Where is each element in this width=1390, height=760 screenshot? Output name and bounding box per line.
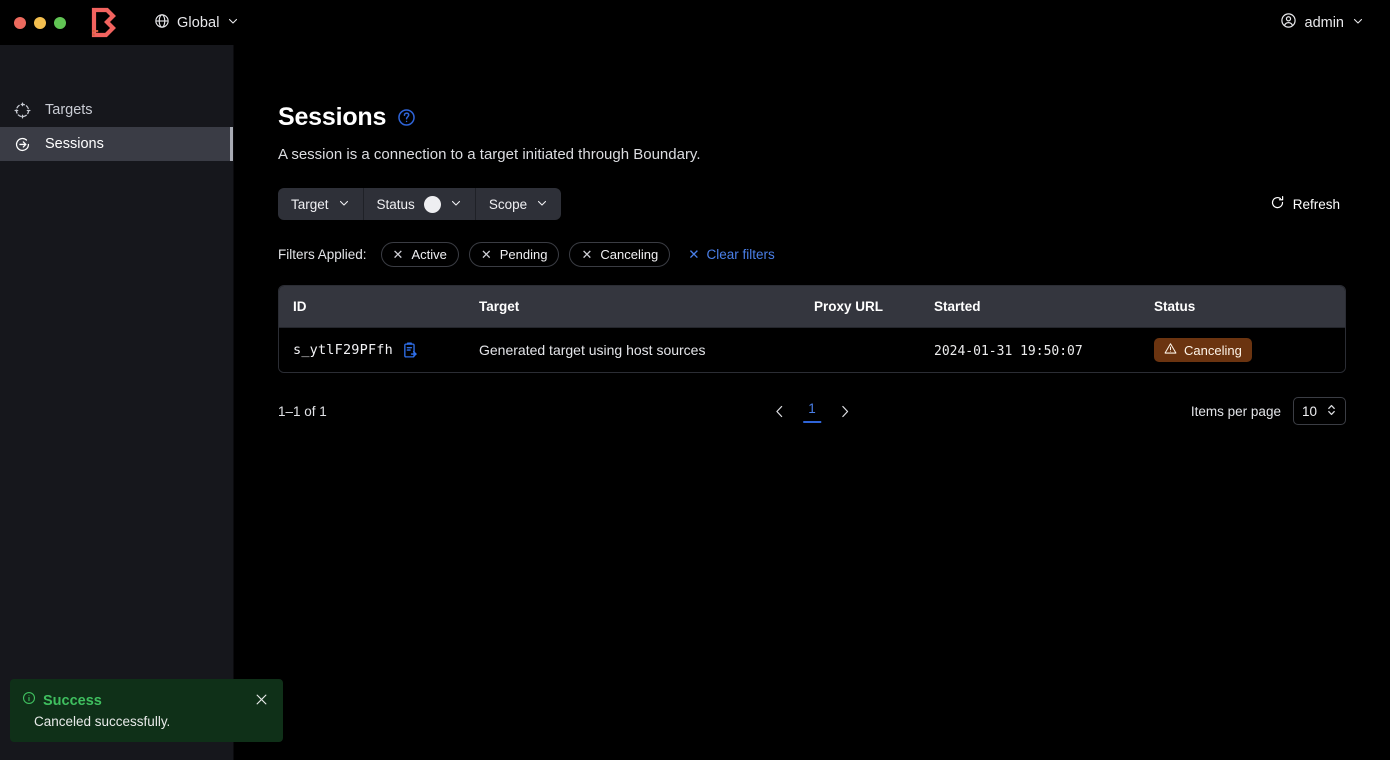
items-per-page-label: Items per page (1190, 403, 1281, 419)
chevron-down-icon (338, 197, 350, 212)
pagination-bar: 1–1 of 1 1 Items per page 10 (278, 397, 1346, 425)
toast-title: Success (43, 692, 102, 709)
toast-message: Canceled successfully. (34, 714, 171, 729)
status-badge-label: Canceling (1184, 342, 1242, 358)
sidebar-item-targets[interactable]: Targets (0, 93, 233, 127)
chevron-down-icon (536, 197, 548, 212)
sidebar: Targets Sessions (0, 45, 234, 760)
copy-clipboard-icon[interactable] (402, 342, 419, 359)
items-per-page: Items per page 10 (1191, 397, 1346, 425)
cell-started: 2024-01-31 19:50:07 (934, 342, 1154, 359)
chip-label: Active (411, 247, 447, 262)
filter-label: Scope (488, 196, 528, 212)
window-titlebar: Global admin (0, 0, 1390, 45)
user-menu[interactable]: admin (1274, 8, 1371, 37)
cell-status: Canceling (1154, 338, 1345, 362)
help-circle-icon[interactable] (397, 108, 416, 127)
sessions-table: ID Target Proxy URL Started Status s_ytl… (278, 285, 1346, 373)
sidebar-item-label: Sessions (45, 136, 104, 152)
refresh-label: Refresh (1292, 196, 1340, 212)
chevron-right-icon[interactable] (837, 404, 852, 419)
status-badge: Canceling (1154, 338, 1252, 362)
maximize-window-button[interactable] (54, 16, 66, 29)
page-title: Sessions (278, 103, 387, 131)
toast-body: Success Canceled successfully. (22, 691, 254, 729)
refresh-button[interactable]: Refresh (1264, 190, 1346, 218)
filter-label: Target (291, 196, 329, 212)
applied-filters-label: Filters Applied: (278, 247, 367, 262)
page-number-1[interactable]: 1 (803, 400, 821, 423)
clear-filters-button[interactable]: ✕ Clear filters (688, 247, 775, 263)
close-icon: ✕ (480, 247, 492, 262)
session-id-text: s_ytlF29PFfh (293, 342, 393, 358)
pager: 1 (772, 400, 852, 423)
traffic-light-controls (0, 16, 66, 29)
cell-target: Generated target using host sources (479, 342, 706, 358)
sidebar-item-label: Targets (45, 102, 93, 118)
filter-button-group: Target Status Scope (278, 188, 562, 220)
close-window-button[interactable] (14, 16, 26, 29)
minimize-window-button[interactable] (34, 16, 46, 29)
page-description: A session is a connection to a target in… (278, 146, 701, 163)
started-timestamp: 2024-01-31 19:50:07 (934, 343, 1083, 359)
chevron-down-icon (1352, 15, 1364, 31)
clear-filters-label: Clear filters (706, 247, 775, 262)
applied-filter-chip-pending[interactable]: ✕ Pending (468, 242, 560, 267)
chevron-left-icon[interactable] (772, 404, 787, 419)
items-per-page-value: 10 (1301, 403, 1317, 419)
success-toast: Success Canceled successfully. (10, 679, 283, 742)
filter-count-badge (423, 195, 441, 213)
chevron-down-icon (450, 197, 462, 212)
table-header-row: ID Target Proxy URL Started Status (279, 286, 1345, 327)
table-row[interactable]: s_ytlF29PFfh Generated target using host (279, 327, 1345, 372)
filter-scope-button[interactable]: Scope (476, 188, 561, 220)
applied-filter-chip-active[interactable]: ✕ Active (380, 242, 459, 267)
toast-header: Success (22, 691, 254, 710)
boundary-logo[interactable] (88, 7, 118, 39)
close-icon[interactable] (254, 692, 269, 712)
filter-toolbar: Target Status Scope Refresh (278, 188, 1346, 220)
column-header-proxy-url: Proxy URL (814, 299, 884, 314)
pagination-count: 1–1 of 1 (278, 403, 327, 419)
filter-label: Status (376, 196, 415, 212)
applied-filter-chip-canceling[interactable]: ✕ Canceling (569, 242, 671, 267)
info-circle-icon (22, 691, 36, 710)
filter-status-button[interactable]: Status (364, 188, 476, 220)
scope-label: Global (177, 14, 220, 31)
warning-triangle-icon (1164, 342, 1177, 358)
refresh-icon (1270, 195, 1285, 213)
column-header-status: Status (1154, 299, 1196, 314)
close-icon: ✕ (392, 247, 404, 262)
session-icon (14, 136, 31, 153)
chevron-down-icon (227, 15, 239, 31)
items-per-page-select[interactable]: 10 (1292, 397, 1346, 425)
column-header-target: Target (479, 299, 520, 314)
chip-label: Pending (499, 247, 548, 262)
globe-icon (154, 13, 170, 33)
user-menu-label: admin (1304, 14, 1345, 31)
user-circle-icon (1280, 12, 1297, 33)
scope-selector[interactable]: Global (148, 9, 245, 37)
filter-target-button[interactable]: Target (278, 188, 364, 220)
main-content: Sessions A session is a connection to a … (234, 45, 1390, 760)
chip-label: Canceling (600, 247, 659, 262)
applied-filters-row: Filters Applied: ✕ Active ✕ Pending ✕ Ca… (278, 242, 1346, 267)
target-icon (14, 101, 31, 119)
column-header-started: Started (934, 299, 981, 314)
close-icon: ✕ (688, 246, 700, 262)
page-header: Sessions (278, 103, 1346, 132)
column-header-id: ID (293, 299, 307, 314)
sidebar-item-sessions[interactable]: Sessions (0, 127, 233, 161)
cell-id: s_ytlF29PFfh (279, 342, 479, 359)
chevron-updown-icon (1326, 403, 1337, 420)
close-icon: ✕ (581, 247, 593, 262)
